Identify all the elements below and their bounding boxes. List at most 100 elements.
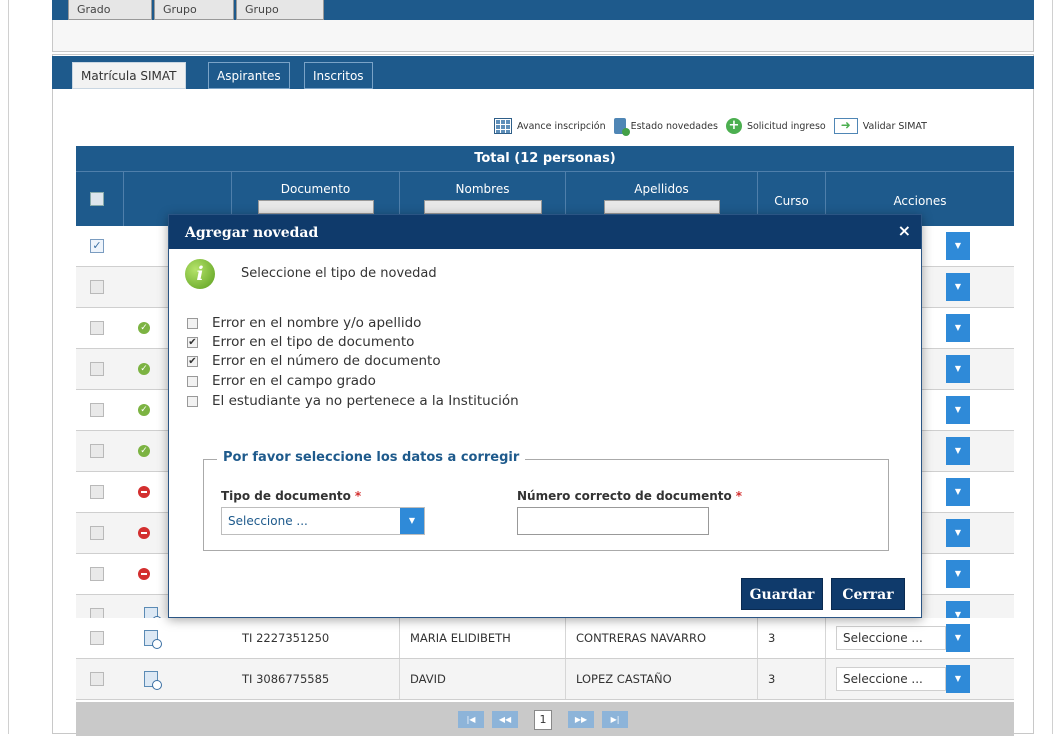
- dialog-header: Agregar novedad ×: [169, 215, 921, 249]
- cell-nombres: DAVID: [400, 659, 566, 699]
- action-dropdown-button[interactable]: ▼: [946, 665, 970, 693]
- page-border-right: [1052, 0, 1053, 734]
- tipo-documento-label: Tipo de documento *: [221, 489, 362, 503]
- option-checkbox[interactable]: [187, 395, 198, 407]
- required-mark: *: [735, 489, 743, 503]
- top-tab-1[interactable]: Grado: [68, 0, 152, 20]
- option-error-tipo-documento[interactable]: ✔ Error en el tipo de documento: [187, 334, 414, 350]
- row-checkbox[interactable]: ✓: [90, 239, 104, 253]
- table-row[interactable]: TI 2227351250 MARIA ELIDIBETH CONTRERAS …: [76, 618, 1014, 659]
- dialog-prompt: Seleccione el tipo de novedad: [241, 266, 437, 281]
- required-mark: *: [354, 489, 362, 503]
- page-border-left: [8, 0, 9, 734]
- action-dropdown-button[interactable]: ▼: [946, 478, 970, 506]
- cell-curso: 3: [758, 659, 826, 699]
- filter-documento-input[interactable]: [257, 200, 374, 214]
- filter-apellidos-input[interactable]: [603, 200, 720, 214]
- action-select[interactable]: Seleccione ...: [836, 626, 946, 650]
- option-checkbox[interactable]: [187, 375, 198, 387]
- row-checkbox[interactable]: [90, 672, 104, 686]
- avance-inscripcion-link[interactable]: Avance inscripción: [494, 118, 606, 134]
- row-checkbox[interactable]: [90, 444, 104, 458]
- guardar-button[interactable]: Guardar: [741, 578, 823, 610]
- pager: |◀ ◀◀ 1 ▶▶ ▶|: [76, 702, 1014, 736]
- action-dropdown-button[interactable]: ▼: [946, 396, 970, 424]
- agregar-novedad-dialog: Agregar novedad × i Seleccione el tipo d…: [168, 214, 922, 618]
- filter-nombres-input[interactable]: [423, 200, 542, 214]
- row-checkbox[interactable]: [90, 362, 104, 376]
- pending-document-icon: [144, 671, 162, 690]
- check-status-icon: ✓: [138, 445, 150, 457]
- table-row[interactable]: TI 3086775585 DAVID LOPEZ CASTAÑO 3 Sele…: [76, 659, 1014, 700]
- close-icon[interactable]: ×: [898, 221, 911, 240]
- action-dropdown-button[interactable]: ▼: [946, 624, 970, 652]
- solicitud-ingreso-link[interactable]: + Solicitud ingreso: [725, 118, 826, 134]
- tab-aspirantes[interactable]: Aspirantes: [208, 62, 290, 89]
- action-dropdown-button[interactable]: ▼: [946, 273, 970, 301]
- tab-matricula-simat[interactable]: Matrícula SIMAT: [72, 62, 186, 89]
- fieldset-legend: Por favor seleccione los datos a corregi…: [217, 450, 526, 465]
- option-error-numero-documento[interactable]: ✔ Error en el número de documento: [187, 353, 441, 369]
- option-checkbox[interactable]: [187, 317, 198, 329]
- cell-apellidos: LOPEZ CASTAÑO: [566, 659, 758, 699]
- last-page-button[interactable]: ▶|: [602, 711, 628, 728]
- cerrar-button[interactable]: Cerrar: [831, 578, 905, 610]
- option-checkbox[interactable]: ✔: [187, 336, 198, 348]
- top-tab-3[interactable]: Grupo: [236, 0, 324, 20]
- blocked-status-icon: [138, 486, 150, 498]
- first-page-button[interactable]: |◀: [458, 711, 484, 728]
- option-error-grado[interactable]: Error en el campo grado: [187, 373, 376, 389]
- dialog-title: Agregar novedad: [185, 225, 319, 241]
- check-status-icon: ✓: [138, 363, 150, 375]
- cell-curso: 3: [758, 618, 826, 658]
- cell-documento: TI 3086775585: [232, 659, 400, 699]
- action-select[interactable]: Seleccione ...: [836, 667, 946, 691]
- tipo-documento-select[interactable]: Seleccione ... ▼: [221, 507, 425, 535]
- main-tab-bar: [52, 56, 1034, 89]
- blocked-status-icon: [138, 568, 150, 580]
- prev-page-button[interactable]: ◀◀: [492, 711, 518, 728]
- document-status-icon: [613, 118, 630, 136]
- top-tab-2[interactable]: Grupo: [154, 0, 234, 20]
- grid-total: Total (12 personas): [76, 146, 1014, 172]
- cell-apellidos: CONTRERAS NAVARRO: [566, 618, 758, 658]
- next-page-button[interactable]: ▶▶: [568, 711, 594, 728]
- spreadsheet-icon: [494, 118, 512, 134]
- action-dropdown-button[interactable]: ▼: [946, 519, 970, 547]
- option-no-pertenece[interactable]: El estudiante ya no pertenece a la Insti…: [187, 393, 519, 409]
- blocked-status-icon: [138, 527, 150, 539]
- correction-fieldset: [203, 459, 889, 551]
- check-status-icon: ✓: [138, 322, 150, 334]
- pending-document-icon: [144, 630, 162, 649]
- cell-documento: TI 2227351250: [232, 618, 400, 658]
- chevron-down-icon[interactable]: ▼: [400, 508, 424, 534]
- action-dropdown-button[interactable]: ▼: [946, 437, 970, 465]
- row-checkbox[interactable]: [90, 280, 104, 294]
- row-checkbox[interactable]: [90, 321, 104, 335]
- row-checkbox[interactable]: [90, 403, 104, 417]
- option-checkbox[interactable]: ✔: [187, 355, 198, 367]
- check-status-icon: ✓: [138, 404, 150, 416]
- tab-inscritos[interactable]: Inscritos: [304, 62, 373, 89]
- action-dropdown-button[interactable]: ▼: [946, 560, 970, 588]
- row-checkbox[interactable]: [90, 567, 104, 581]
- row-checkbox[interactable]: [90, 485, 104, 499]
- top-tab-bar: Grado Grupo Grupo: [52, 0, 1034, 20]
- select-all-checkbox[interactable]: [90, 192, 104, 206]
- header-select-all: [76, 172, 124, 226]
- toolbar: Avance inscripción Estado novedades + So…: [494, 116, 935, 136]
- action-dropdown-button[interactable]: ▼: [946, 355, 970, 383]
- estado-novedades-link[interactable]: Estado novedades: [613, 118, 718, 136]
- page-number[interactable]: 1: [534, 710, 552, 730]
- row-checkbox[interactable]: [90, 631, 104, 645]
- action-dropdown-button[interactable]: ▼: [946, 232, 970, 260]
- action-dropdown-button[interactable]: ▼: [946, 314, 970, 342]
- numero-documento-input[interactable]: [517, 507, 709, 535]
- numero-documento-label: Número correcto de documento *: [517, 489, 743, 503]
- import-arrow-icon: ➜: [833, 118, 858, 134]
- add-circle-icon: +: [725, 118, 742, 134]
- option-error-nombre[interactable]: Error en el nombre y/o apellido: [187, 315, 421, 331]
- cell-nombres: MARIA ELIDIBETH: [400, 618, 566, 658]
- row-checkbox[interactable]: [90, 526, 104, 540]
- validar-simat-link[interactable]: ➜ Validar SIMAT: [833, 118, 927, 134]
